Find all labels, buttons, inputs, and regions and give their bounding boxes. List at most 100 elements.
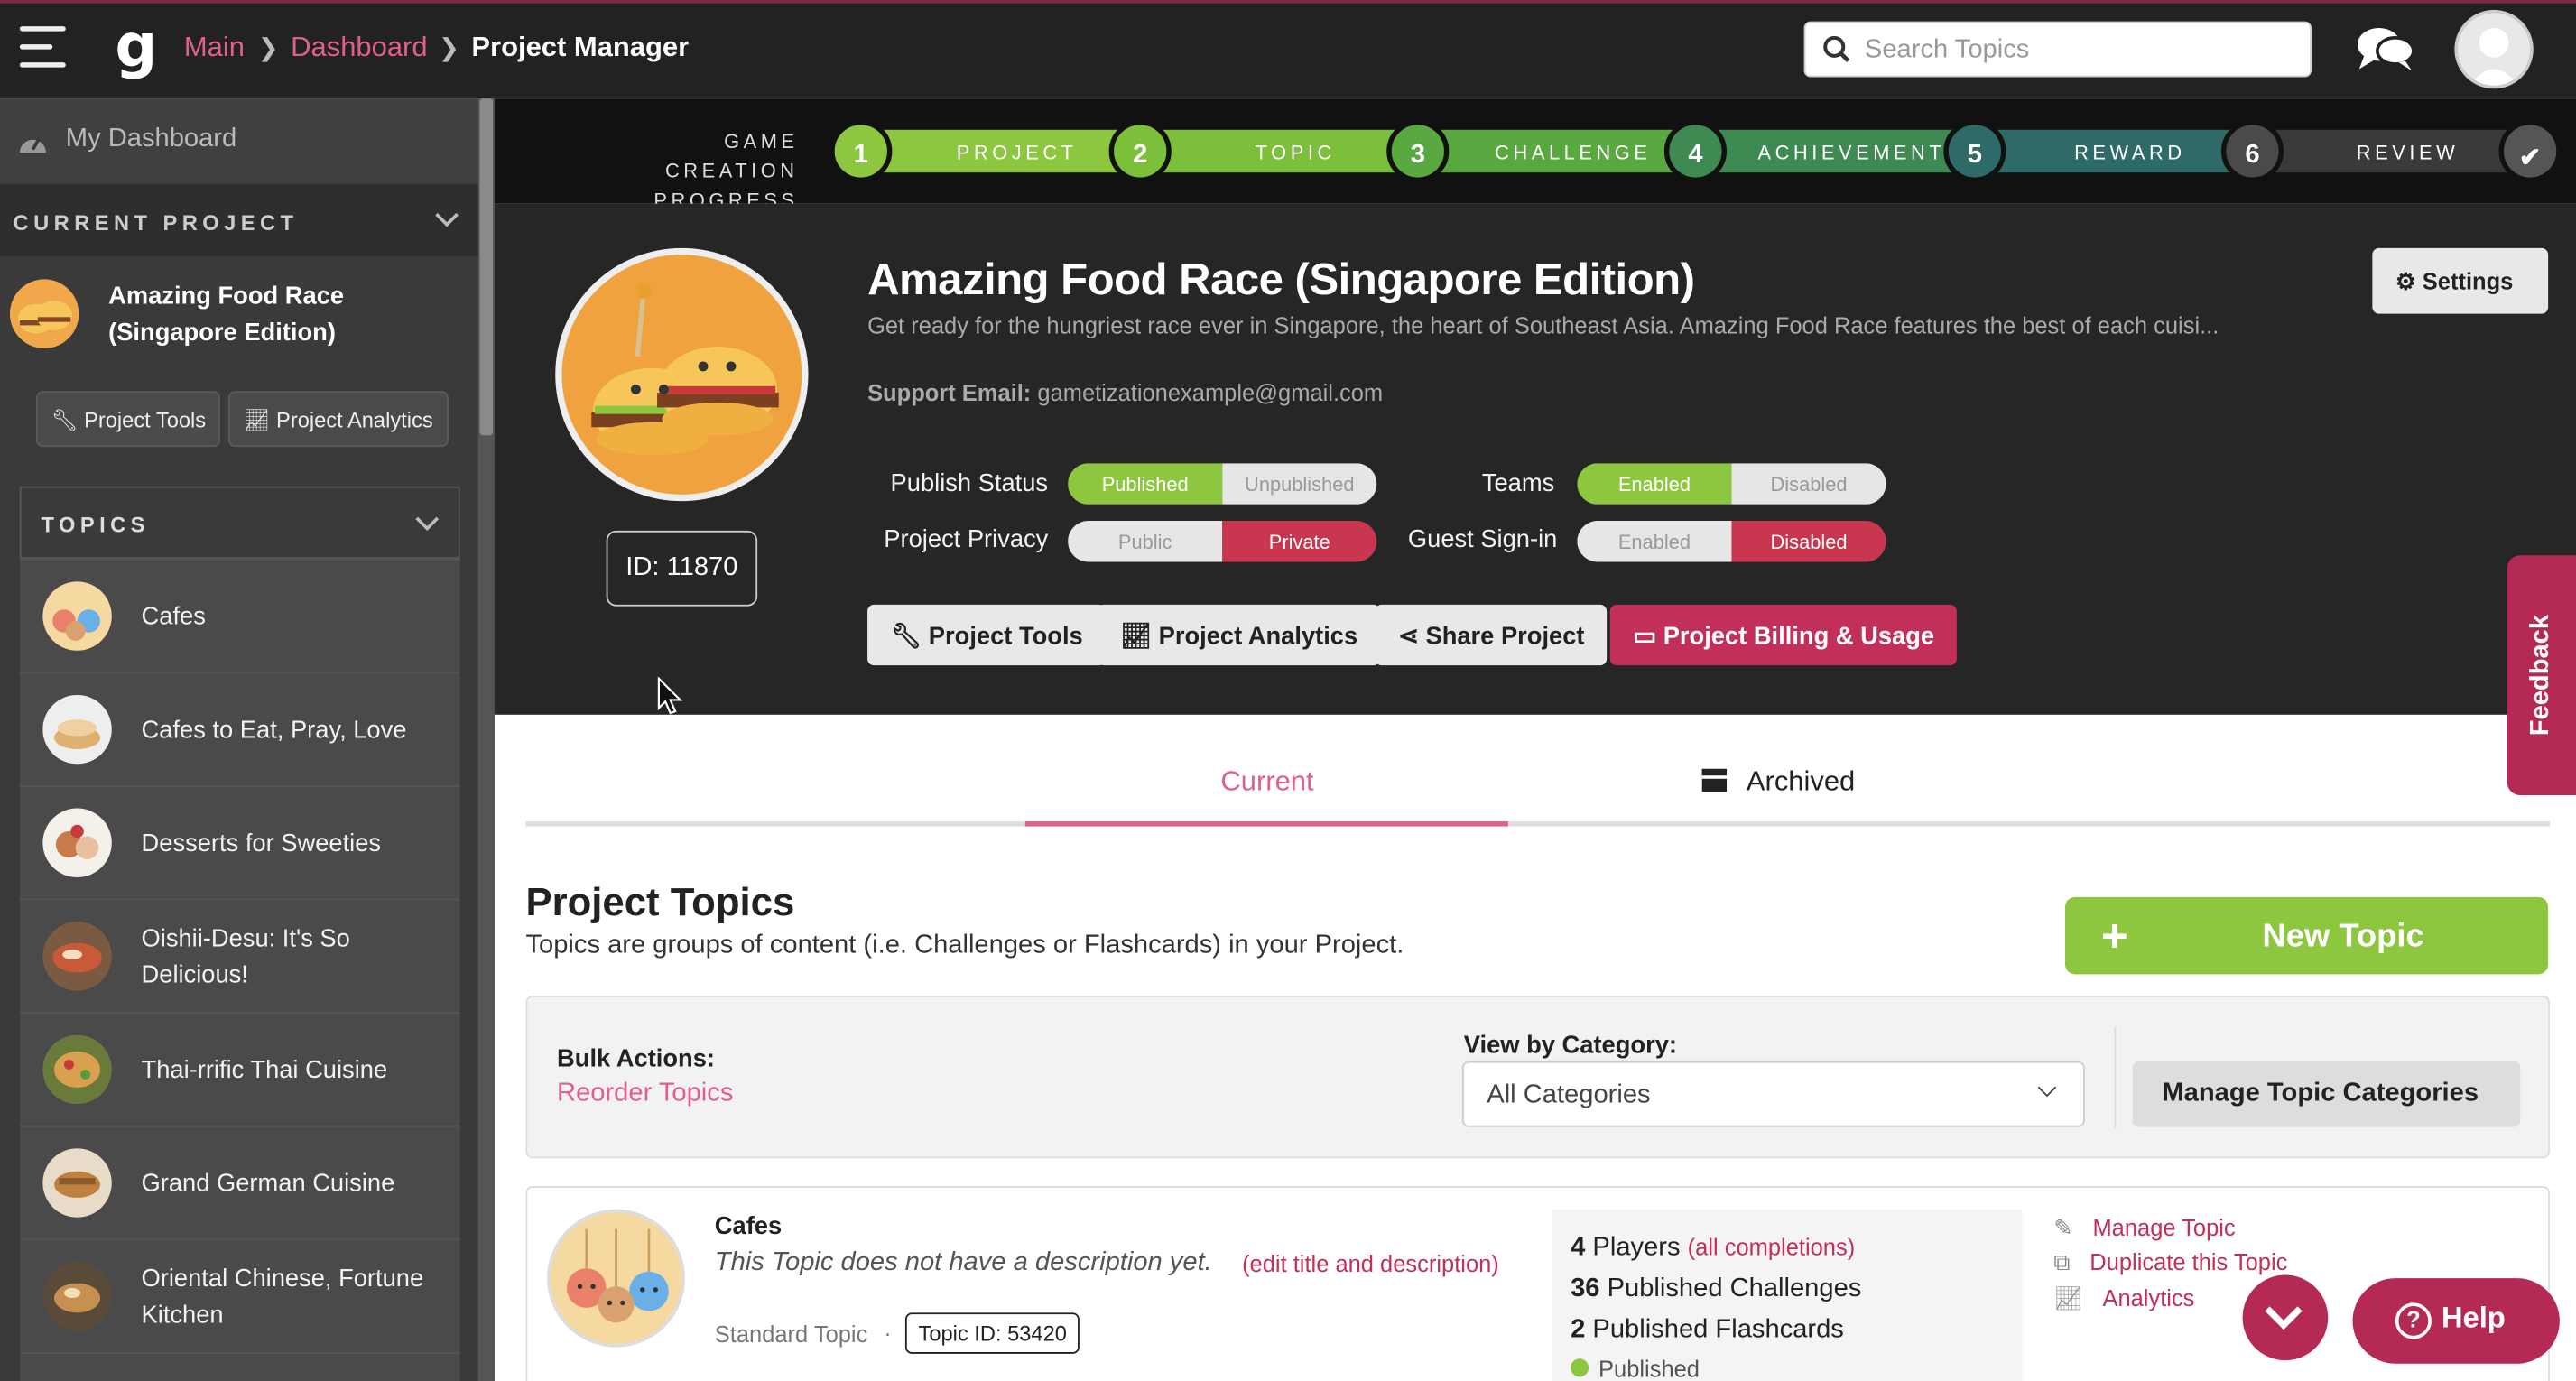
project-image[interactable] (555, 247, 809, 502)
topic-analytics-link[interactable]: 📈︎ Analytics (2053, 1284, 2194, 1312)
sidebar-topic-cafes-eat-pray-love[interactable]: Cafes to Eat, Pray, Love (19, 672, 460, 785)
progress-complete-check-icon[interactable]: ✔ (2498, 119, 2562, 183)
teams-enabled-option[interactable]: Enabled (1577, 463, 1732, 505)
topic-thumbnail (42, 922, 112, 991)
topic-thumbnail (42, 581, 112, 651)
teams-toggle[interactable]: Enabled Disabled (1577, 463, 1886, 505)
guest-disabled-option[interactable]: Disabled (1731, 521, 1886, 562)
progress-step-number[interactable]: 1 (829, 119, 893, 183)
challenges-count: 36 (1571, 1274, 1600, 1303)
reorder-topics-link[interactable]: Reorder Topics (557, 1080, 733, 1109)
edit-title-description-link[interactable]: (edit title and description) (1242, 1250, 1499, 1276)
app-logo[interactable]: g (115, 14, 157, 81)
progress-step-achievement[interactable]: ACHIEVEMENT (1695, 129, 1975, 173)
sidebar-project-tools-label: Project Tools (84, 407, 207, 432)
project-tools-button[interactable]: 🔧︎ Project Tools (867, 604, 1107, 666)
topic-card-image[interactable] (547, 1209, 686, 1348)
chat-icon[interactable] (2356, 24, 2415, 74)
progress-step-number[interactable]: 2 (1108, 119, 1172, 183)
support-email-label: Support Email: (867, 379, 1032, 406)
progress-step-number[interactable]: 6 (2220, 119, 2284, 183)
archive-box-icon (1701, 768, 1728, 792)
progress-step-topic[interactable]: TOPIC (1140, 129, 1418, 173)
share-icon: ⋖ (1397, 622, 1419, 651)
all-completions-link[interactable]: (all completions) (1688, 1234, 1856, 1260)
bulk-actions-label: Bulk Actions: (557, 1044, 716, 1073)
sidebar-topic-german[interactable]: Grand German Cuisine (19, 1125, 460, 1239)
unpublished-option[interactable]: Unpublished (1222, 463, 1377, 505)
guest-signin-toggle[interactable]: Enabled Disabled (1577, 521, 1886, 562)
share-project-label: Share Project (1425, 622, 1585, 651)
project-analytics-button[interactable]: 📈︎ Project Analytics (1097, 604, 1381, 666)
sidebar-project-tools-button[interactable]: 🔧︎ Project Tools (36, 391, 221, 448)
copy-icon: ⧉ (2053, 1248, 2071, 1275)
guest-signin-label: Guest Sign-in (1407, 525, 1558, 554)
manage-topic-categories-button[interactable]: Manage Topic Categories (2132, 1061, 2521, 1127)
progress-step-number[interactable]: 5 (1943, 119, 2006, 183)
category-select[interactable]: All Categories (1461, 1061, 2085, 1127)
progress-step-number[interactable]: 3 (1386, 119, 1450, 183)
search-input[interactable]: Search Topics (1803, 21, 2312, 78)
topics-header[interactable]: TOPICS (19, 486, 460, 559)
topic-label: Desserts for Sweeties (141, 830, 382, 858)
progress-step-challenge[interactable]: CHALLENGE (1417, 129, 1696, 173)
feedback-label: Feedback (2526, 614, 2555, 737)
sidebar-topic-thai[interactable]: Thai-rrific Thai Cuisine (19, 1012, 460, 1126)
teams-label: Teams (1481, 469, 1555, 498)
help-label: Help (2441, 1301, 2506, 1335)
topic-card-title[interactable]: Cafes (715, 1212, 782, 1240)
view-by-category-label: View by Category: (1463, 1032, 1677, 1061)
manage-topic-link[interactable]: ✎ Manage Topic (2053, 1214, 2235, 1242)
bulk-divider (2114, 1026, 2117, 1129)
guest-enabled-option[interactable]: Enabled (1577, 521, 1732, 562)
duplicate-topic-link[interactable]: ⧉ Duplicate this Topic (2053, 1248, 2287, 1276)
current-project-name[interactable]: Amazing Food Race (Singapore Edition) (108, 279, 437, 351)
search-placeholder: Search Topics (1864, 36, 2030, 64)
private-option[interactable]: Private (1222, 521, 1377, 562)
dashboard-gauge-icon (19, 136, 46, 153)
share-project-button[interactable]: ⋖ Share Project (1375, 604, 1608, 666)
current-project-header[interactable]: CURRENT PROJECT (0, 183, 478, 256)
project-description: Get ready for the hungriest race ever in… (867, 311, 2219, 338)
settings-button[interactable]: ⚙ Settings (2372, 247, 2549, 314)
progress-step-label: REVIEW (2356, 141, 2460, 165)
progress-step-project[interactable]: PROJECT (860, 129, 1141, 173)
search-icon (1823, 35, 1850, 62)
sidebar-topic-oishii-desu[interactable]: Oishii-Desu: It's So Delicious! (19, 898, 460, 1013)
breadcrumb-main[interactable]: Main (184, 32, 245, 64)
topic-label-line2: Delicious! (141, 960, 248, 989)
sidebar-topic-cafes[interactable]: Cafes (19, 558, 460, 672)
my-dashboard-link[interactable]: My Dashboard (0, 98, 478, 184)
new-topic-button[interactable]: + New Topic (2064, 896, 2549, 975)
scroll-down-button[interactable] (2242, 1274, 2329, 1361)
project-privacy-toggle[interactable]: Public Private (1068, 521, 1377, 562)
tab-current[interactable]: Current (1220, 765, 1313, 798)
sidebar-topic-desserts[interactable]: Desserts for Sweeties (19, 785, 460, 899)
separator-dot: · (884, 1319, 892, 1346)
published-option[interactable]: Published (1068, 463, 1223, 505)
sidebar-topic-oriental-chinese[interactable]: Oriental Chinese, Fortune Kitchen (19, 1238, 460, 1352)
public-option[interactable]: Public (1068, 521, 1223, 562)
hamburger-menu-icon[interactable] (19, 26, 66, 72)
user-avatar[interactable] (2454, 9, 2534, 89)
breadcrumb-dashboard[interactable]: Dashboard (291, 32, 427, 64)
progress-step-number[interactable]: 4 (1663, 119, 1728, 183)
sidebar-project-analytics-button[interactable]: 📈︎ Project Analytics (228, 391, 449, 448)
progress-step-review[interactable]: REVIEW (2252, 129, 2531, 173)
sidebar-scrollbar[interactable] (477, 98, 495, 1381)
topic-status-label: Published (1598, 1355, 1700, 1381)
project-privacy-label: Project Privacy (884, 525, 1049, 554)
teams-disabled-option[interactable]: Disabled (1731, 463, 1886, 505)
progress-step-label: CHALLENGE (1495, 141, 1652, 165)
feedback-tab[interactable]: Feedback (2507, 555, 2576, 795)
topic-label: Oishii-Desu: It's So Delicious! (142, 922, 446, 994)
publish-status-toggle[interactable]: Published Unpublished (1068, 463, 1377, 505)
tab-archived[interactable]: Archived (1701, 765, 1856, 798)
help-button[interactable]: ? Help (2352, 1278, 2560, 1364)
progress-step-label: PROJECT (956, 141, 1078, 165)
project-billing-button[interactable]: ▭ Project Billing & Usage (1609, 604, 1958, 666)
tab-archived-label: Archived (1746, 765, 1856, 797)
chart-line-icon: 📈︎ (1120, 622, 1153, 651)
sidebar-project-analytics-label: Project Analytics (276, 407, 433, 432)
progress-step-reward[interactable]: REWARD (1974, 129, 2253, 173)
